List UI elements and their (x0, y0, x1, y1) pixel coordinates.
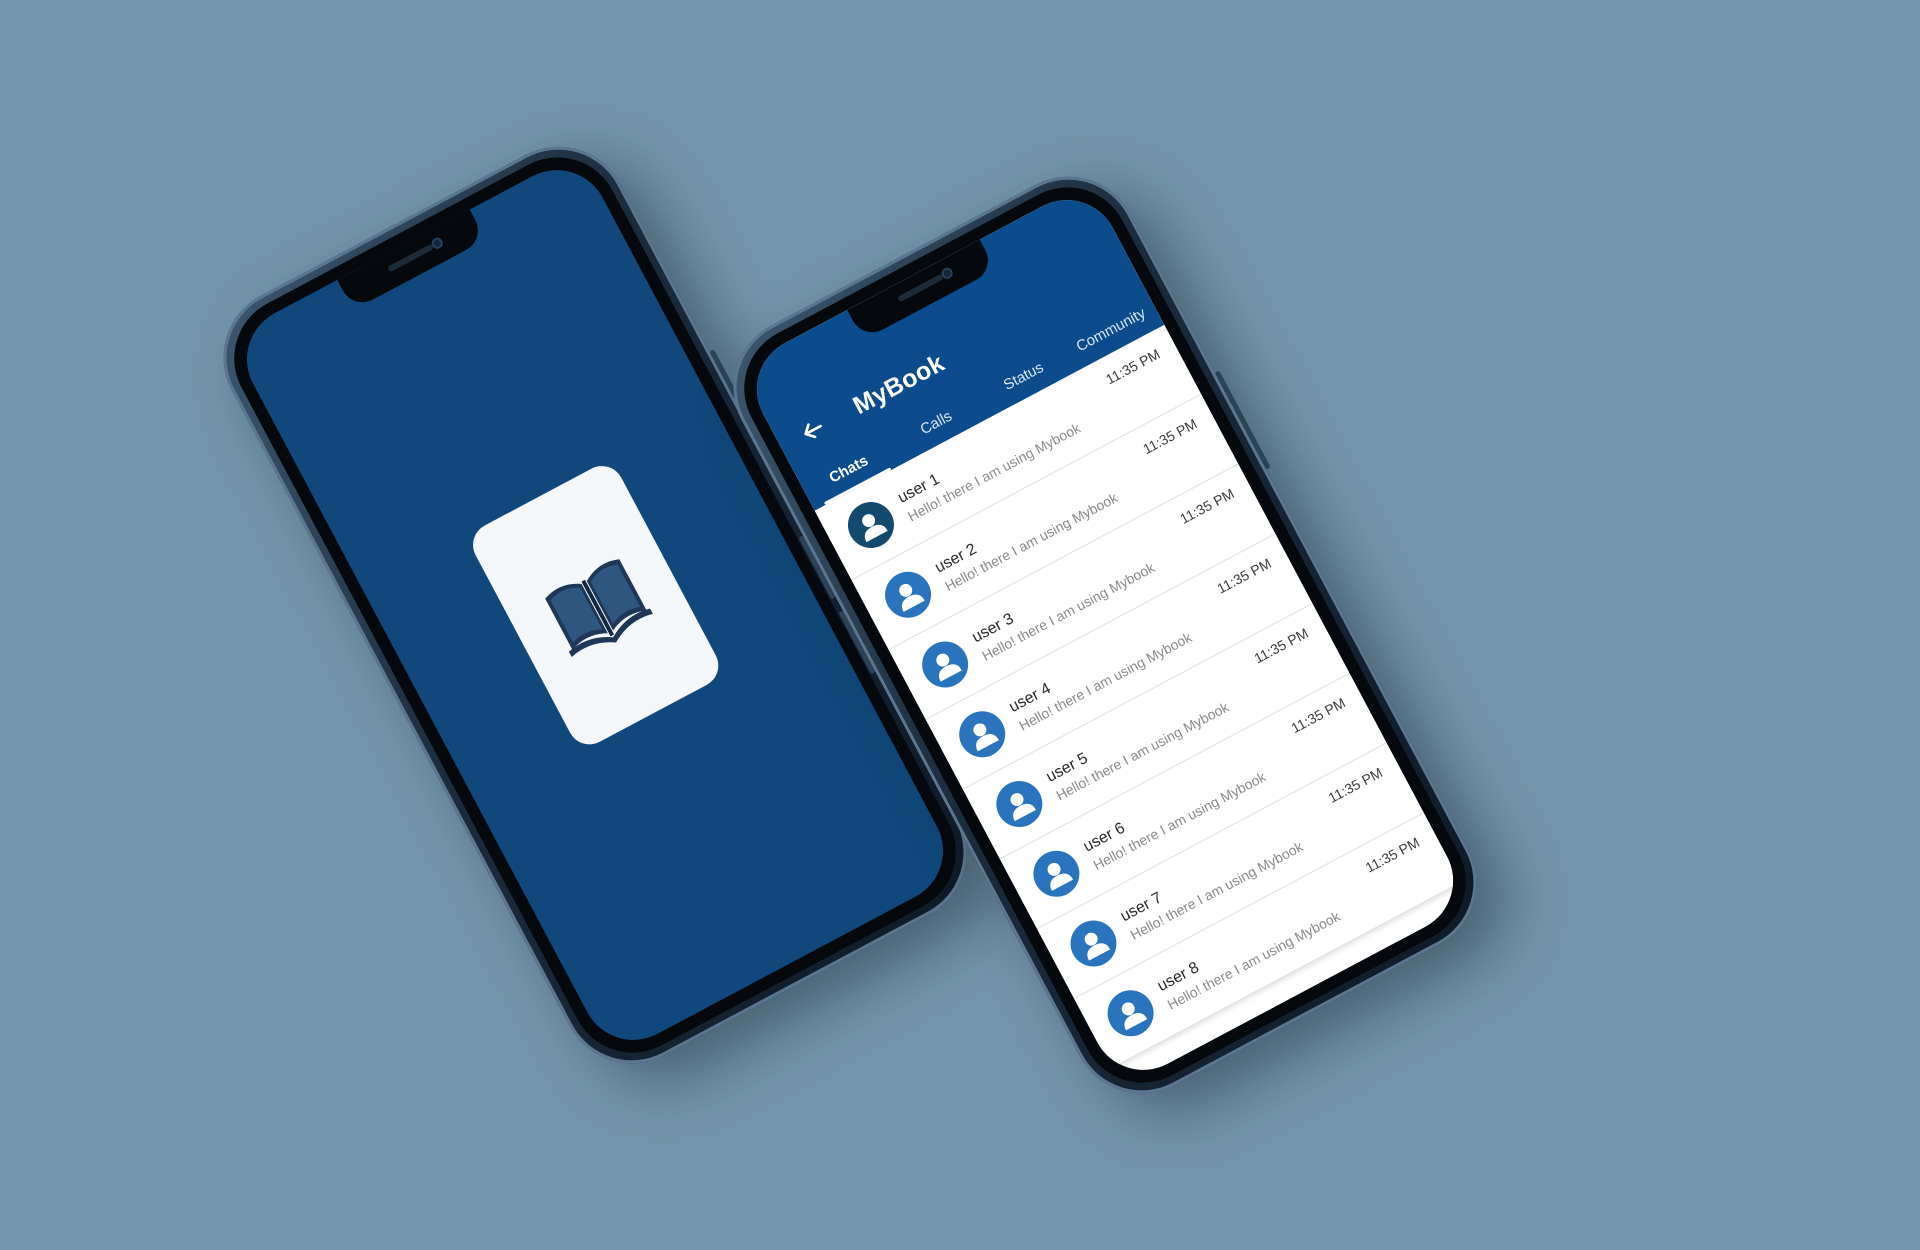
user-icon (1084, 932, 1111, 961)
user-icon (862, 514, 888, 543)
avatar (914, 633, 977, 696)
user-icon (1121, 1002, 1148, 1031)
avatar (1099, 982, 1162, 1045)
user-icon (1047, 862, 1074, 891)
user-icon (936, 653, 962, 682)
open-book-icon (544, 559, 653, 657)
user-icon (1010, 793, 1037, 822)
avatar (1062, 912, 1125, 975)
avatar (988, 772, 1051, 836)
avatar (1025, 842, 1088, 905)
avatar (876, 563, 940, 626)
app-logo (465, 458, 727, 753)
user-icon (899, 583, 925, 612)
avatar (839, 493, 903, 557)
arrow-left-icon (804, 423, 822, 439)
user-icon (973, 723, 999, 752)
avatar (951, 703, 1014, 766)
